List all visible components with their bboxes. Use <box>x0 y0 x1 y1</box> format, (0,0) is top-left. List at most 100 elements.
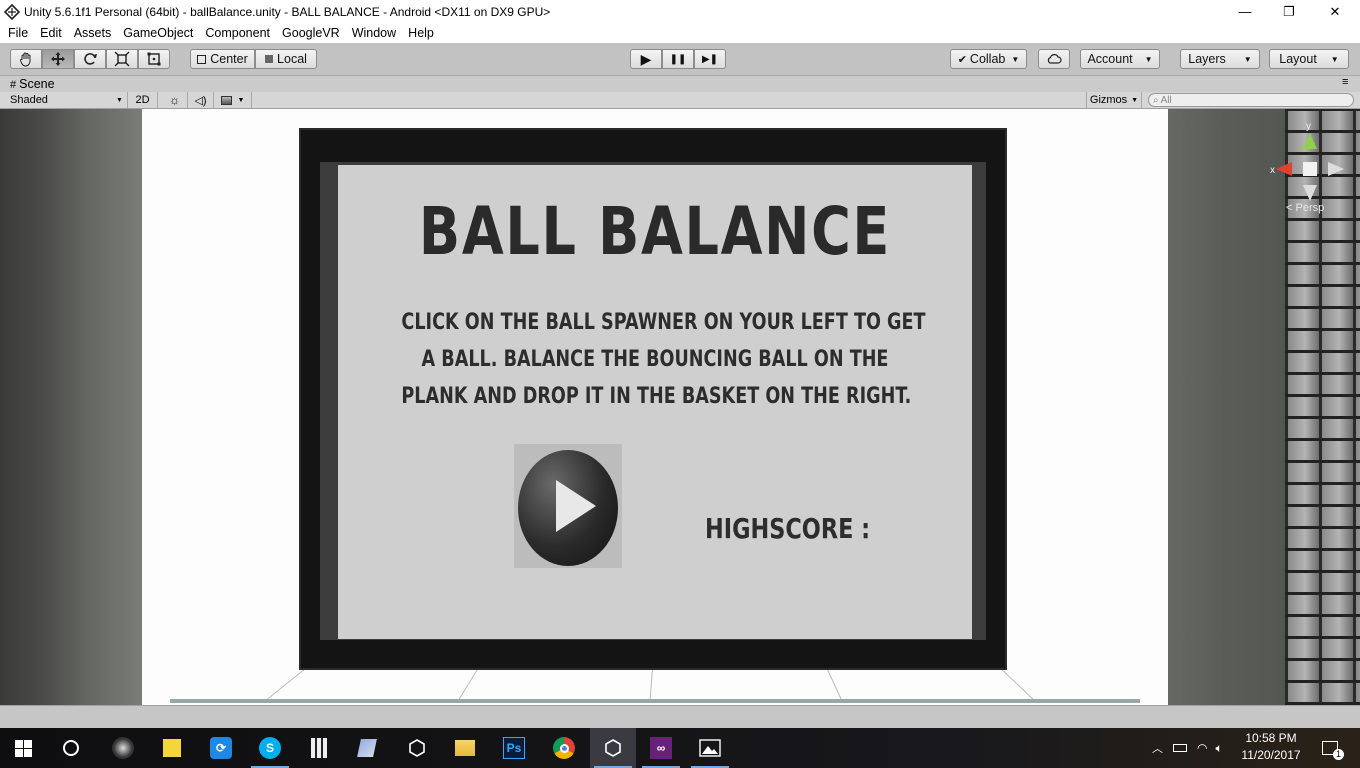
floor-edge <box>170 699 1140 703</box>
highscore-label: HIGHSCORE : <box>705 512 871 545</box>
window-title: Unity 5.6.1f1 Personal (64bit) - ballBal… <box>24 4 551 19</box>
layout-dropdown[interactable]: Layout ▼ <box>1269 49 1349 69</box>
hand-icon <box>20 52 31 67</box>
taskbar-app-file-explorer[interactable] <box>442 728 488 768</box>
rect-tool-button[interactable] <box>138 49 170 69</box>
windows-taskbar: ⟳ S Ps ∞ ︿ ◠ 🔈︎ 10:58 PM 11/20/2017 1 <box>0 728 1360 768</box>
visual-studio-icon: ∞ <box>650 737 672 759</box>
gizmo-neg-y-arrow[interactable] <box>1303 185 1317 201</box>
layers-dropdown[interactable]: Layers ▼ <box>1180 49 1260 69</box>
collab-dropdown[interactable]: ✔ Collab ▼ <box>950 49 1027 69</box>
taskbar-app-sync[interactable]: ⟳ <box>198 728 244 768</box>
menu-bar: File Edit Assets GameObject Component Go… <box>0 23 1360 43</box>
sun-icon: ☼ <box>169 93 180 107</box>
sync-app-icon: ⟳ <box>210 737 232 759</box>
taskbar-app-unity-editor[interactable] <box>590 728 636 768</box>
lighting-toggle[interactable]: ☼ <box>162 92 188 108</box>
effects-dropdown[interactable]: ▼ <box>214 92 252 108</box>
taskbar-app-skype[interactable]: S <box>247 728 293 768</box>
toggle-2d-button[interactable]: 2D <box>128 92 158 108</box>
play-icon: ▶ <box>640 50 652 67</box>
chevron-down-icon: ▼ <box>1330 54 1339 64</box>
cortana-button[interactable] <box>48 728 94 768</box>
cloud-button[interactable] <box>1038 49 1070 69</box>
notification-center-button[interactable]: 1 <box>1318 728 1344 768</box>
scale-tool-button[interactable] <box>106 49 138 69</box>
menu-window[interactable]: Window <box>346 26 402 40</box>
start-button[interactable] <box>0 728 46 768</box>
step-button[interactable]: ▶❚ <box>694 49 726 69</box>
taskbar-app-calculator[interactable] <box>296 728 342 768</box>
maximize-button[interactable]: ❐ <box>1266 0 1312 23</box>
taskbar-app-photoshop[interactable]: Ps <box>491 728 537 768</box>
battery-icon[interactable] <box>1173 744 1187 752</box>
layout-label: Layout <box>1279 52 1317 66</box>
gizmo-y-arrow[interactable] <box>1303 133 1317 149</box>
chevron-down-icon: ▼ <box>1144 54 1153 64</box>
cube-icon <box>265 55 274 63</box>
pause-button[interactable]: ❚❚ <box>662 49 694 69</box>
scene-control-bar: Shaded ▼ 2D ☼ ◁) ▼ Gizmos ▼ ⌕ All <box>0 92 1360 109</box>
close-button[interactable]: ✕ <box>1312 0 1358 23</box>
chrome-icon <box>553 737 575 759</box>
game-play-button[interactable] <box>514 444 622 568</box>
search-icon: ⌕ <box>1153 94 1159 106</box>
account-dropdown[interactable]: Account ▼ <box>1080 49 1160 69</box>
wifi-icon[interactable]: ◠ <box>1197 741 1207 755</box>
skype-icon: S <box>259 737 281 759</box>
pause-icon: ❚❚ <box>669 53 687 65</box>
camera-app-icon <box>112 737 134 759</box>
minimize-button[interactable]: — <box>1222 0 1268 23</box>
rotate-icon <box>84 53 97 65</box>
taskbar-app-visual-studio[interactable]: ∞ <box>638 728 684 768</box>
space-label: Local <box>277 52 307 66</box>
taskbar-app-chrome[interactable] <box>541 728 587 768</box>
pivot-local-toggle[interactable]: Local <box>255 49 317 69</box>
gizmo-x-arrow[interactable] <box>1276 162 1292 176</box>
chevron-up-icon[interactable]: ︿ <box>1152 740 1163 756</box>
rotate-tool-button[interactable] <box>74 49 106 69</box>
gizmo-center-cube[interactable] <box>1303 162 1317 176</box>
volume-icon[interactable]: 🔈︎ <box>1215 741 1222 756</box>
menu-googlevr[interactable]: GoogleVR <box>276 26 346 40</box>
unity-icon <box>605 739 621 757</box>
taskbar-app-photos[interactable] <box>687 728 733 768</box>
2d-label: 2D <box>135 94 150 106</box>
tab-menu-icon[interactable]: ≡ <box>1342 76 1348 88</box>
play-button[interactable]: ▶ <box>630 49 662 69</box>
scene-icon: # <box>10 79 17 91</box>
scene-viewport[interactable]: BALL BALANCE CLICK ON THE BALL SPAWNER O… <box>0 109 1360 705</box>
tab-scene[interactable]: # Scene <box>10 77 55 91</box>
chevron-down-icon: ▼ <box>1011 54 1020 64</box>
chevron-down-icon: ▼ <box>1243 54 1252 64</box>
taskbar-app-sticky-notes[interactable] <box>149 728 195 768</box>
search-placeholder: All <box>1160 94 1172 106</box>
shading-mode-dropdown[interactable]: Shaded ▼ <box>0 92 128 108</box>
menu-help[interactable]: Help <box>402 26 440 40</box>
scene-search-input[interactable]: ⌕ All <box>1148 93 1354 107</box>
menu-assets[interactable]: Assets <box>68 26 118 40</box>
menu-gameobject[interactable]: GameObject <box>117 26 199 40</box>
scene-tab-strip: # Scene ≡ <box>0 76 1360 92</box>
menu-file[interactable]: File <box>0 26 34 40</box>
chrome-center <box>559 743 569 753</box>
scale-icon <box>114 51 130 67</box>
taskbar-clock[interactable]: 10:58 PM 11/20/2017 <box>1238 730 1304 764</box>
photos-icon <box>699 739 721 757</box>
menu-edit[interactable]: Edit <box>34 26 68 40</box>
audio-toggle[interactable]: ◁) <box>188 92 214 108</box>
menu-component[interactable]: Component <box>199 26 276 40</box>
persp-label[interactable]: < Persp <box>1286 202 1324 214</box>
gizmos-dropdown[interactable]: Gizmos ▼ <box>1086 92 1142 108</box>
pivot-center-toggle[interactable]: Center <box>190 49 255 69</box>
notification-icon: 1 <box>1322 741 1344 760</box>
gizmo-neg-x-arrow[interactable] <box>1328 162 1344 176</box>
cloud-icon <box>1047 54 1062 64</box>
shading-label: Shaded <box>10 94 48 106</box>
move-tool-button[interactable] <box>42 49 74 69</box>
taskbar-app-camera[interactable] <box>100 728 146 768</box>
hand-tool-button[interactable] <box>10 49 42 69</box>
taskbar-app-notebook[interactable] <box>344 728 390 768</box>
taskbar-app-unity-hub[interactable] <box>394 728 440 768</box>
unity-logo-icon <box>4 3 20 20</box>
